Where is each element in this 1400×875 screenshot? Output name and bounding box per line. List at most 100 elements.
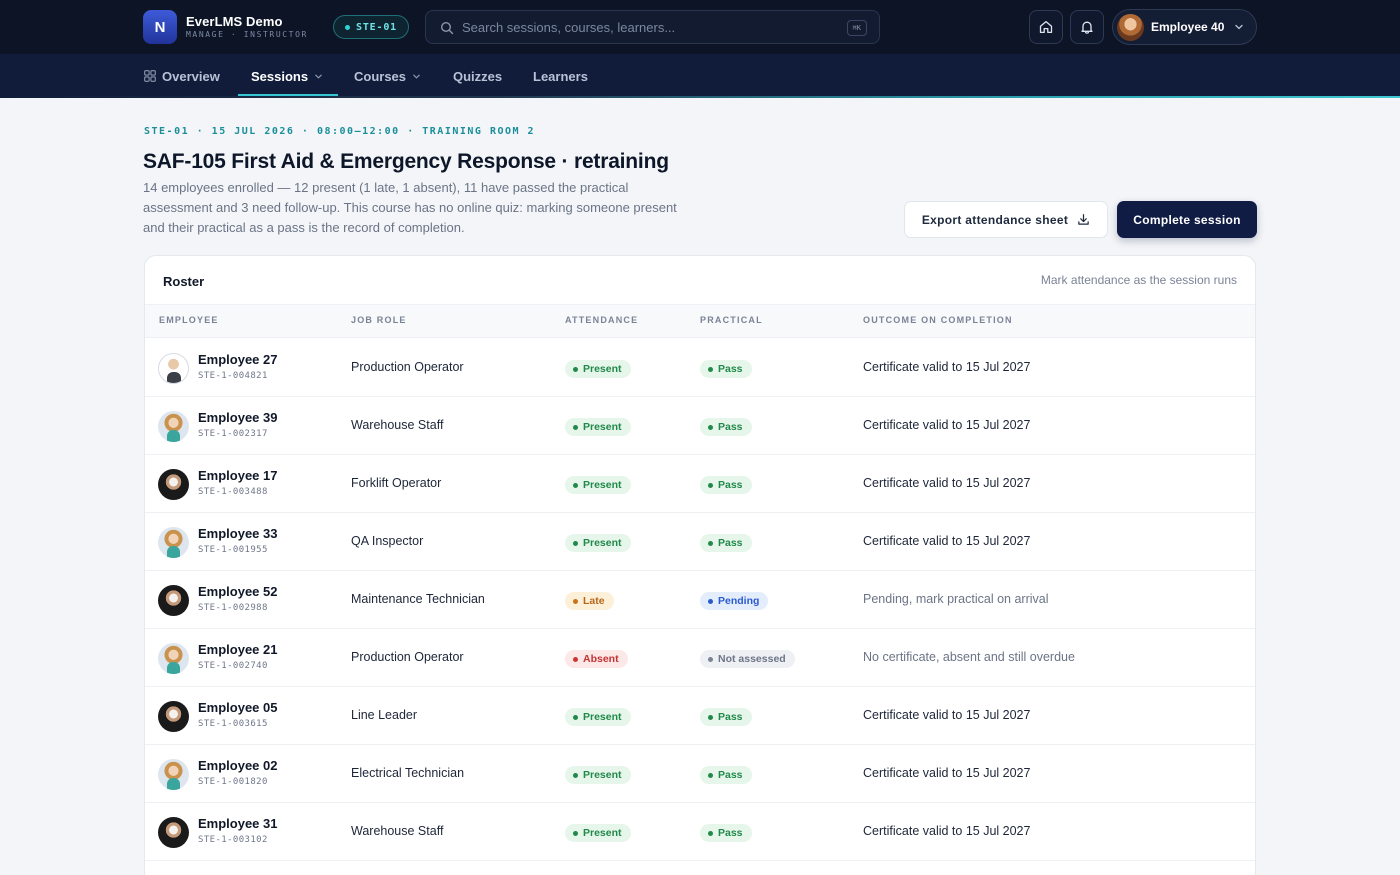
attendance-label: Absent [583,653,619,665]
status-dot-icon [708,540,713,546]
grid-icon [144,70,156,82]
practical-label: Pass [718,537,743,549]
job-role: QA Inspector [351,534,424,548]
table-row[interactable]: Employee 52 STE-1-002988 Maintenance Techn… [145,571,1255,629]
export-attendance-button[interactable]: Export attendance sheet [904,201,1108,238]
employee-name[interactable]: Employee 33 [198,526,278,541]
job-role: Production Operator [351,650,464,664]
outcome-text: Pending, mark practical on arrival [863,592,1049,606]
roster-hint: Mark attendance as the session runs [1040,273,1237,287]
employee-name[interactable]: Employee 21 [198,642,278,657]
practical-badge[interactable]: Pass [700,824,752,842]
employee-name[interactable]: Employee 31 [198,816,278,831]
practical-badge[interactable]: Pass [700,708,752,726]
column-header-practical[interactable]: PRACTICAL [700,315,763,325]
avatar [158,701,189,732]
practical-label: Pass [718,421,743,433]
nav-label: Sessions [251,68,309,84]
attendance-badge[interactable]: Present [565,534,631,552]
app-subtitle: MANAGE · INSTRUCTOR [186,30,308,39]
nav-item-learners[interactable]: Learners [533,54,588,98]
column-header-outcome[interactable]: OUTCOME ON COMPLETION [863,315,1013,325]
practical-badge[interactable]: Pass [700,766,752,784]
practical-label: Pass [718,769,743,781]
app-logo[interactable]: N [143,10,177,44]
job-role: Warehouse Staff [351,824,444,838]
table-row[interactable]: Employee 27 STE-1-004821 Production Operat… [145,339,1255,397]
status-dot-icon [573,482,578,488]
chevron-down-icon [413,74,420,79]
column-header-attendance[interactable]: ATTENDANCE [565,315,638,325]
chevron-down-icon [315,74,322,79]
practical-badge[interactable]: Pending [700,592,769,610]
employee-name[interactable]: Employee 02 [198,758,278,773]
attendance-badge[interactable]: Present [565,418,631,436]
notifications-button[interactable] [1070,10,1104,44]
active-tab-indicator [238,94,338,96]
search-bar[interactable]: ⌘K [425,10,880,44]
session-code-badge[interactable]: STE-01 [333,15,409,39]
nav-item-quizzes[interactable]: Quizzes [453,54,502,98]
outcome-text: Certificate valid to 15 Jul 2027 [863,824,1031,838]
attendance-label: Present [583,479,622,491]
table-header: EMPLOYEE JOB ROLE ATTENDANCE PRACTICAL O… [145,304,1255,338]
chevron-down-icon [1235,24,1243,30]
status-dot-icon [708,598,713,604]
table-row[interactable]: Employee 02 STE-1-001820 Electrical Techni… [145,745,1255,803]
employee-id: STE-1-002740 [198,661,268,671]
attendance-label: Present [583,421,622,433]
job-role: Maintenance Technician [351,592,485,606]
nav-item-overview[interactable]: Overview [144,54,220,98]
table-row[interactable]: Employee 33 STE-1-001955 QA Inspector Prese… [145,513,1255,571]
table-row[interactable]: Employee 31 STE-1-003102 Warehouse Staff Pr… [145,803,1255,861]
status-dot-icon [708,656,713,662]
practical-badge[interactable]: Pass [700,418,752,436]
search-input[interactable] [462,11,832,43]
avatar [1117,14,1144,41]
employee-id: STE-1-002988 [198,603,268,613]
employee-name[interactable]: Employee 39 [198,410,278,425]
attendance-badge[interactable]: Absent [565,650,628,668]
search-icon [440,21,454,35]
session-code: STE-01 [356,21,397,33]
table-row[interactable]: Employee 39 STE-1-002317 Warehouse Staff Pr… [145,397,1255,455]
employee-name[interactable]: Employee 27 [198,352,278,367]
attendance-badge[interactable]: Present [565,360,631,378]
employee-name[interactable]: Employee 17 [198,468,278,483]
nav-item-sessions[interactable]: Sessions [251,54,323,98]
nav-item-courses[interactable]: Courses [354,54,421,98]
practical-badge[interactable]: Not assessed [700,650,795,668]
practical-badge[interactable]: Pass [700,534,752,552]
outcome-text: Certificate valid to 15 Jul 2027 [863,708,1031,722]
attendance-badge[interactable]: Present [565,766,631,784]
employee-name[interactable]: Employee 05 [198,700,278,715]
job-role: Line Leader [351,708,418,722]
attendance-badge[interactable]: Present [565,824,631,842]
practical-badge[interactable]: Pass [700,360,752,378]
nav-label: Learners [533,68,588,84]
attendance-badge[interactable]: Present [565,708,631,726]
table-row[interactable]: Employee 17 STE-1-003488 Forklift Operator… [145,455,1255,513]
status-dot-icon [708,482,713,488]
practical-badge[interactable]: Pass [700,476,752,494]
outcome-text: Certificate valid to 15 Jul 2027 [863,418,1031,432]
table-row[interactable]: Employee 05 STE-1-003615 Line Leader Presen… [145,687,1255,745]
attendance-label: Present [583,537,622,549]
status-dot-icon [573,714,578,720]
attendance-badge[interactable]: Late [565,592,614,610]
table-row[interactable]: Employee 21 STE-1-002740 Production Operat… [145,629,1255,687]
status-dot-icon [708,366,713,372]
user-menu[interactable]: Employee 40 [1112,9,1257,45]
attendance-badge[interactable]: Present [565,476,631,494]
employee-name[interactable]: Employee 52 [198,584,278,599]
status-dot-icon [708,772,713,778]
session-meta: STE-01 · 15 JUL 2026 · 08:00–12:00 · TRA… [144,126,536,137]
complete-session-button[interactable]: Complete session [1117,201,1257,238]
nav-label: Quizzes [453,68,503,84]
employee-id: STE-1-003102 [198,835,268,845]
outcome-text: Certificate valid to 15 Jul 2027 [863,534,1031,548]
page-title: SAF-105 First Aid & Emergency Response ·… [143,150,669,173]
column-header-job-role[interactable]: JOB ROLE [351,315,407,325]
home-button[interactable] [1029,10,1063,44]
column-header-employee[interactable]: EMPLOYEE [159,315,219,325]
